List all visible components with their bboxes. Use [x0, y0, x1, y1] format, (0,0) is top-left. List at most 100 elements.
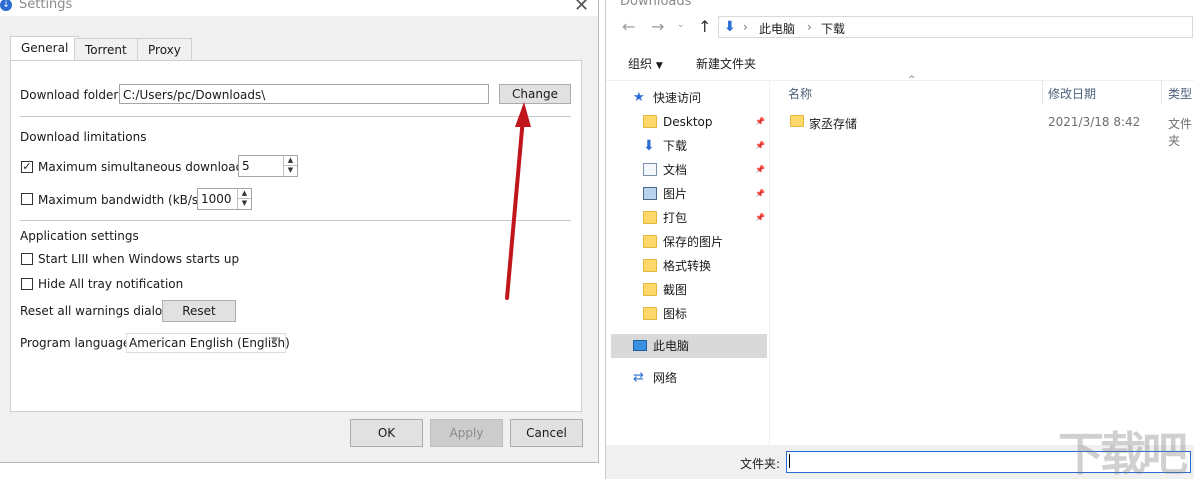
- nav-item[interactable]: ⬇ 下载 📌: [643, 134, 799, 158]
- pin-icon[interactable]: 📌: [755, 134, 765, 158]
- nav-this-pc[interactable]: 此电脑: [633, 334, 789, 358]
- chevron-right-icon: ›: [743, 20, 748, 34]
- folder-icon: [643, 283, 657, 296]
- app-settings-heading: Application settings: [20, 229, 139, 243]
- pictures-icon: [643, 187, 657, 200]
- nav-item[interactable]: 文档 📌: [643, 158, 799, 182]
- nav-item-label: 图片: [663, 187, 688, 201]
- star-icon: ★: [633, 90, 645, 105]
- computer-icon: [633, 340, 647, 351]
- nav-item[interactable]: Desktop 📌: [643, 110, 799, 134]
- spin-buttons[interactable]: ▲ ▼: [237, 189, 251, 209]
- file-type: 文件夹: [1168, 117, 1193, 148]
- new-folder-button[interactable]: 新建文件夹: [696, 55, 756, 72]
- nav-item-label: Desktop: [663, 115, 713, 129]
- back-icon[interactable]: ←: [622, 17, 635, 36]
- forward-icon[interactable]: →: [651, 17, 664, 36]
- settings-dialog: ↓ Settings ✕ General Torrent Proxy Downl…: [0, 0, 599, 463]
- navigation-pane: ★ 快速访问 Desktop 📌 ⬇ 下载 📌 文档 📌 图片 📌 打包 📌 保存的图片 格式转换 截图图…: [611, 80, 769, 445]
- recent-locations-icon[interactable]: ⌄: [677, 20, 685, 30]
- nav-quick-access[interactable]: ★ 快速访问: [633, 86, 789, 110]
- folder-icon: [643, 115, 657, 128]
- spin-buttons[interactable]: ▲ ▼: [283, 156, 297, 176]
- language-select[interactable]: American English (English) ▼: [126, 333, 290, 353]
- downloads-icon: ⬇: [643, 138, 655, 154]
- column-name[interactable]: 名称: [788, 85, 812, 102]
- nav-item[interactable]: 打包 📌: [643, 206, 799, 230]
- ok-button[interactable]: OK: [350, 419, 423, 447]
- nav-item-label: 保存的图片: [663, 235, 724, 249]
- divider: [20, 116, 571, 117]
- folder-icon: [643, 211, 657, 224]
- hide-tray-checkbox[interactable]: [21, 278, 33, 290]
- nav-item-label: 图标: [663, 307, 688, 321]
- tab-torrent[interactable]: Torrent: [74, 38, 138, 61]
- explorer-title: Downloads: [620, 0, 692, 9]
- column-date[interactable]: 修改日期: [1048, 85, 1096, 102]
- toolbar: 组织 ▼ 新建文件夹: [606, 42, 1194, 81]
- divider: [20, 220, 571, 221]
- nav-item[interactable]: 截图: [643, 278, 799, 302]
- nav-item[interactable]: 格式转换: [643, 254, 799, 278]
- downloads-icon: ⬇: [724, 19, 736, 35]
- download-folder-input[interactable]: C:/Users/pc/Downloads\: [119, 84, 489, 104]
- spin-down-icon[interactable]: ▼: [284, 166, 297, 176]
- up-icon[interactable]: ↑: [698, 17, 711, 36]
- document-icon: [643, 163, 657, 176]
- file-explorer-dialog: Downloads ← → ⌄ ↑ ⬇ › 此电脑 › 下载 组织 ▼ 新建文件…: [605, 0, 1194, 481]
- network-icon: ⇄: [633, 370, 644, 385]
- organize-label: 组织: [628, 57, 653, 71]
- nav-network[interactable]: ⇄ 网络: [633, 366, 789, 390]
- max-downloads-value: 5: [242, 159, 250, 173]
- reset-warnings-label: Reset all warnings dialogs: [20, 304, 177, 318]
- nav-item-label: 下载: [663, 139, 688, 153]
- file-date: 2021/3/18 8:42: [1048, 115, 1141, 129]
- file-name: 家丞存储: [809, 117, 858, 131]
- max-downloads-checkbox[interactable]: ✓: [21, 161, 33, 173]
- breadcrumb-this-pc[interactable]: 此电脑: [759, 20, 795, 37]
- address-bar[interactable]: ⬇ › 此电脑 › 下载: [718, 16, 1193, 38]
- change-button[interactable]: Change: [499, 84, 571, 104]
- column-divider: [1161, 80, 1162, 104]
- watermark-logo: 下载吧: [1058, 427, 1188, 481]
- organize-button[interactable]: 组织 ▼: [628, 55, 663, 72]
- start-with-windows-checkbox[interactable]: [21, 253, 33, 265]
- dialog-title: Settings: [19, 0, 73, 12]
- general-panel: Download folder: C:/Users/pc/Downloads\ …: [10, 60, 582, 412]
- spin-up-icon[interactable]: ▲: [284, 156, 297, 166]
- pin-icon[interactable]: 📌: [755, 206, 765, 230]
- start-with-windows-label: Start LIII when Windows starts up: [38, 252, 240, 266]
- language-value: American English (English): [129, 336, 290, 350]
- program-language-label: Program language: [20, 336, 131, 350]
- spin-up-icon[interactable]: ▲: [238, 189, 251, 199]
- folder-field-label: 文件夹:: [740, 457, 781, 471]
- spin-down-icon[interactable]: ▼: [238, 199, 251, 209]
- max-bandwidth-checkbox[interactable]: [21, 193, 33, 205]
- chevron-down-icon: ▼: [271, 336, 278, 346]
- tab-general[interactable]: General: [10, 36, 80, 61]
- nav-item-label: 打包: [663, 211, 688, 225]
- breadcrumb-downloads[interactable]: 下载: [821, 20, 845, 37]
- download-folder-label: Download folder:: [20, 88, 123, 102]
- max-bandwidth-stepper[interactable]: 1000 ▲ ▼: [197, 188, 252, 210]
- nav-item[interactable]: 保存的图片: [643, 230, 799, 254]
- max-downloads-stepper[interactable]: 5 ▲ ▼: [238, 155, 298, 177]
- folder-icon: [643, 235, 657, 248]
- column-type[interactable]: 类型: [1168, 85, 1192, 102]
- nav-item[interactable]: 图片 📌: [643, 182, 799, 206]
- nav-item-label: 格式转换: [663, 259, 712, 273]
- text-cursor: [789, 454, 790, 468]
- pin-icon[interactable]: 📌: [755, 110, 765, 134]
- file-row[interactable]: 家丞存储 2021/3/18 8:42 文件夹: [784, 112, 1194, 148]
- nav-item[interactable]: 图标: [643, 302, 799, 326]
- cancel-button[interactable]: Cancel: [510, 419, 583, 447]
- reset-button[interactable]: Reset: [162, 300, 236, 322]
- close-icon[interactable]: ✕: [574, 0, 589, 16]
- sort-ascending-icon: ^: [908, 75, 916, 85]
- max-bandwidth-value: 1000: [201, 192, 232, 206]
- pin-icon[interactable]: 📌: [755, 158, 765, 182]
- apply-button[interactable]: Apply: [430, 419, 503, 447]
- folder-icon: [643, 259, 657, 272]
- tab-proxy[interactable]: Proxy: [137, 38, 192, 61]
- pin-icon[interactable]: 📌: [755, 182, 765, 206]
